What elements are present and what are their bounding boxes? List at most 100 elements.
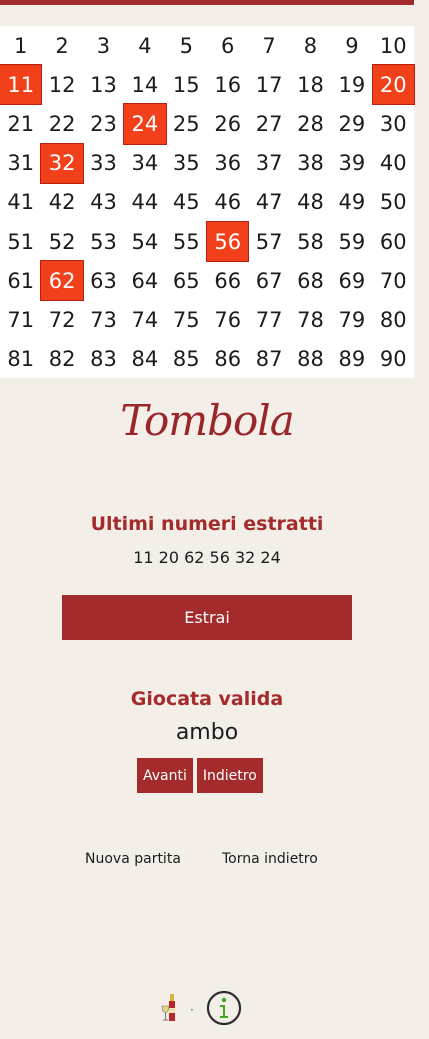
board-cell: 81: [7, 347, 35, 372]
board-cell: 61: [7, 268, 35, 293]
board-cell: 42: [48, 190, 76, 215]
board-cell: 90: [379, 347, 407, 372]
board-cell: 17: [255, 72, 283, 97]
board-cell: 34: [131, 151, 159, 176]
info-icon[interactable]: [206, 990, 242, 1030]
board-cell: 43: [90, 190, 117, 215]
board-cell: 72: [48, 307, 76, 332]
board-cell: 36: [214, 151, 242, 176]
board-cell: 13: [90, 72, 117, 97]
board-cell: 66: [214, 268, 242, 293]
footer-separator: ·: [190, 1003, 194, 1017]
board-cell: 47: [255, 190, 283, 215]
board-cell-drawn: 24: [123, 103, 167, 145]
board-cell: 6: [221, 33, 235, 58]
board-cell: 27: [255, 111, 283, 136]
board-cell: 60: [379, 229, 407, 254]
board-cell: 85: [172, 347, 200, 372]
board-cell: 70: [379, 268, 407, 293]
board-cell: 52: [48, 229, 76, 254]
board-cell: 19: [338, 72, 366, 97]
board-cell: 12: [48, 72, 76, 97]
board-cell: 40: [379, 151, 407, 176]
board-cell: 86: [214, 347, 242, 372]
board-cell: 58: [297, 229, 324, 254]
board-cell: 59: [338, 229, 366, 254]
board-cell: 29: [338, 111, 366, 136]
board-cell: 50: [379, 190, 407, 215]
board-cell: 15: [172, 72, 200, 97]
board-cell: 75: [172, 307, 200, 332]
board-cell: 74: [131, 307, 159, 332]
board-cell: 9: [345, 33, 359, 58]
board-cell: 89: [338, 347, 366, 372]
board-cell: 69: [338, 268, 366, 293]
board-cell: 8: [303, 33, 318, 58]
board-cell: 10: [379, 33, 407, 58]
valid-game-nav: Avanti Indietro: [137, 758, 263, 793]
board-cell: 28: [297, 111, 324, 136]
board-cell: 78: [297, 307, 324, 332]
valid-game-value: ambo: [175, 720, 239, 745]
footer-icons: ·: [160, 990, 242, 1030]
tombola-board: 1 2 3 4 5 6 7 8 9 10 11 12 13 14 15 16 17 18 19 20 21 22 23 24 2…: [0, 26, 416, 379]
board-cell: 25: [172, 111, 200, 136]
board-cell: 83: [90, 347, 117, 372]
board-cell: 48: [297, 190, 324, 215]
board-cell: 41: [7, 190, 35, 215]
board-cell: 57: [255, 229, 283, 254]
top-bar: [0, 0, 414, 5]
board-cell: 5: [179, 33, 193, 58]
next-button[interactable]: Avanti: [137, 758, 193, 793]
board-cell: 87: [255, 347, 283, 372]
draw-button[interactable]: Estrai: [62, 595, 352, 640]
board-cell: 67: [255, 268, 283, 293]
board-cell: 39: [338, 151, 366, 176]
board-cell-drawn: 56: [205, 220, 250, 263]
last-drawn-numbers: 11 20 62 56 32 24: [133, 548, 281, 567]
go-back-link[interactable]: Torna indietro: [222, 851, 318, 867]
last-drawn-title: Ultimi numeri estratti: [90, 513, 324, 535]
board-cell: 49: [338, 190, 366, 215]
wine-bottle-glass-icon[interactable]: [160, 992, 182, 1028]
board-cell: 31: [7, 151, 35, 176]
valid-game-title: Giocata valida: [130, 688, 284, 710]
board-cell: 35: [172, 151, 200, 176]
board-cell: 73: [90, 307, 117, 332]
board-cell: 4: [138, 33, 152, 58]
board-cell: 26: [214, 111, 242, 136]
board-cell: 79: [338, 307, 366, 332]
board-cell: 71: [7, 307, 35, 332]
new-game-link[interactable]: Nuova partita: [85, 851, 181, 867]
board-cell: 44: [131, 190, 159, 215]
board-cell: 37: [255, 151, 283, 176]
board-cell: 16: [214, 72, 242, 97]
number-grid: 1 2 3 4 5 6 7 8 9 10 11 12 13 14 15 16 17 18 19 20 21 22 23 24 2…: [0, 26, 416, 379]
board-cell: 64: [131, 268, 159, 293]
board-cell: 22: [48, 111, 76, 136]
board-cell: 21: [7, 111, 35, 136]
board-cell: 88: [297, 347, 324, 372]
board-cell: 82: [48, 347, 76, 372]
board-cell: 7: [262, 33, 276, 58]
board-cell: 1: [14, 33, 28, 58]
board-cell: 33: [90, 151, 117, 176]
board-cell: 51: [7, 229, 35, 254]
board-cell: 30: [379, 111, 407, 136]
board-cell: 54: [131, 229, 159, 254]
board-cell: 46: [214, 190, 242, 215]
board-cell: 18: [297, 72, 324, 97]
board-cell: 38: [297, 151, 324, 176]
board-cell: 2: [55, 33, 69, 58]
board-cell-drawn: 11: [0, 64, 43, 106]
board-cell: 23: [90, 111, 117, 136]
board-cell: 80: [379, 307, 407, 332]
back-button[interactable]: Indietro: [196, 758, 263, 793]
board-cell: 3: [96, 33, 111, 58]
board-cell-drawn: 20: [371, 64, 416, 106]
board-cell: 76: [214, 307, 242, 332]
board-cell: 68: [297, 268, 324, 293]
board-cell: 55: [172, 229, 200, 254]
board-cell: 45: [172, 190, 200, 215]
board-cell: 65: [172, 268, 200, 293]
